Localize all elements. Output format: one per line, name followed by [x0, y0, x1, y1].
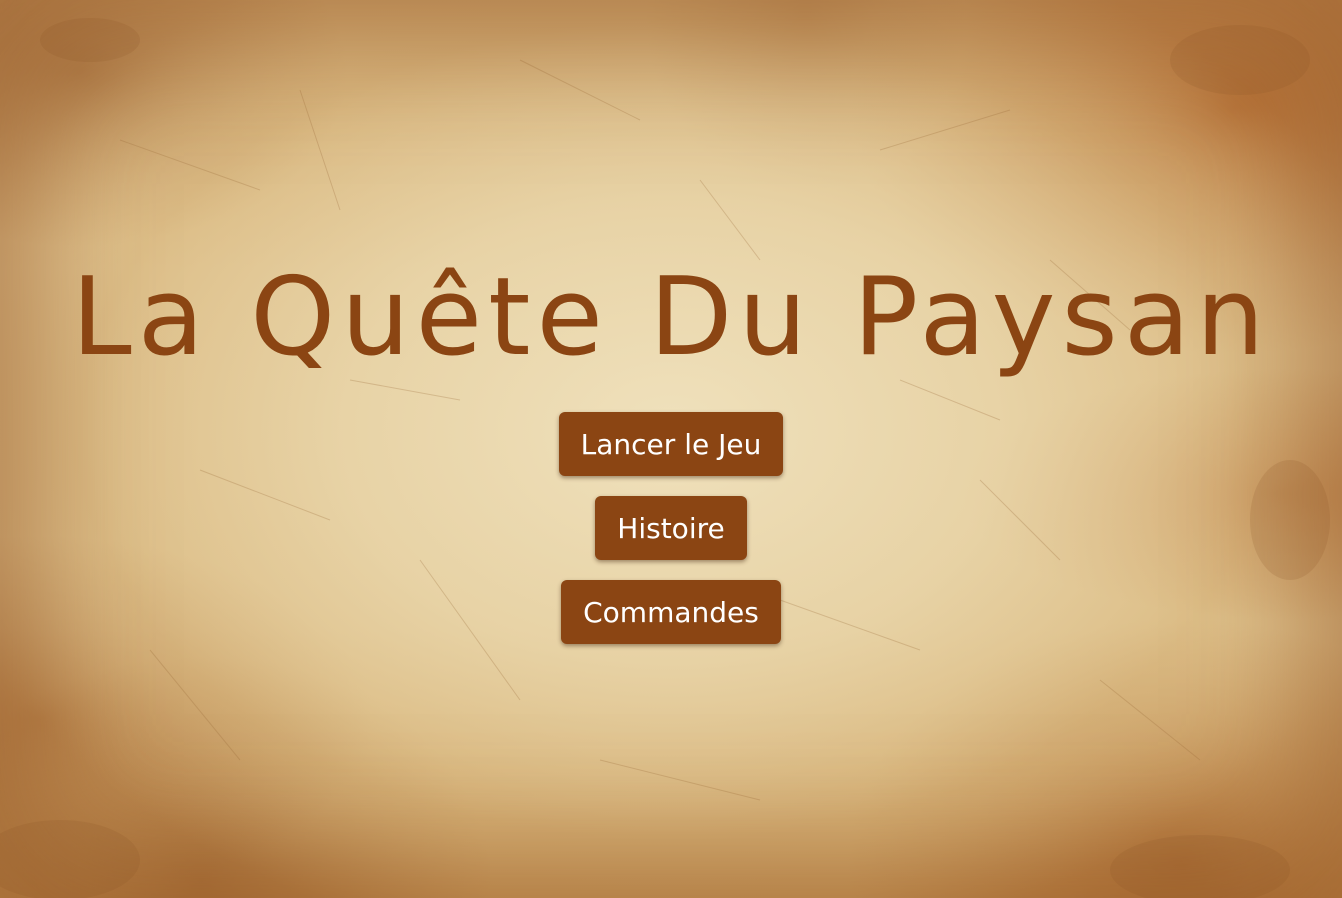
story-button[interactable]: Histoire	[595, 496, 747, 560]
main-menu: Lancer le Jeu Histoire Commandes	[0, 412, 1342, 664]
controls-button[interactable]: Commandes	[561, 580, 781, 644]
start-game-button[interactable]: Lancer le Jeu	[558, 412, 784, 476]
game-title: La Quête Du Paysan	[71, 255, 1271, 380]
